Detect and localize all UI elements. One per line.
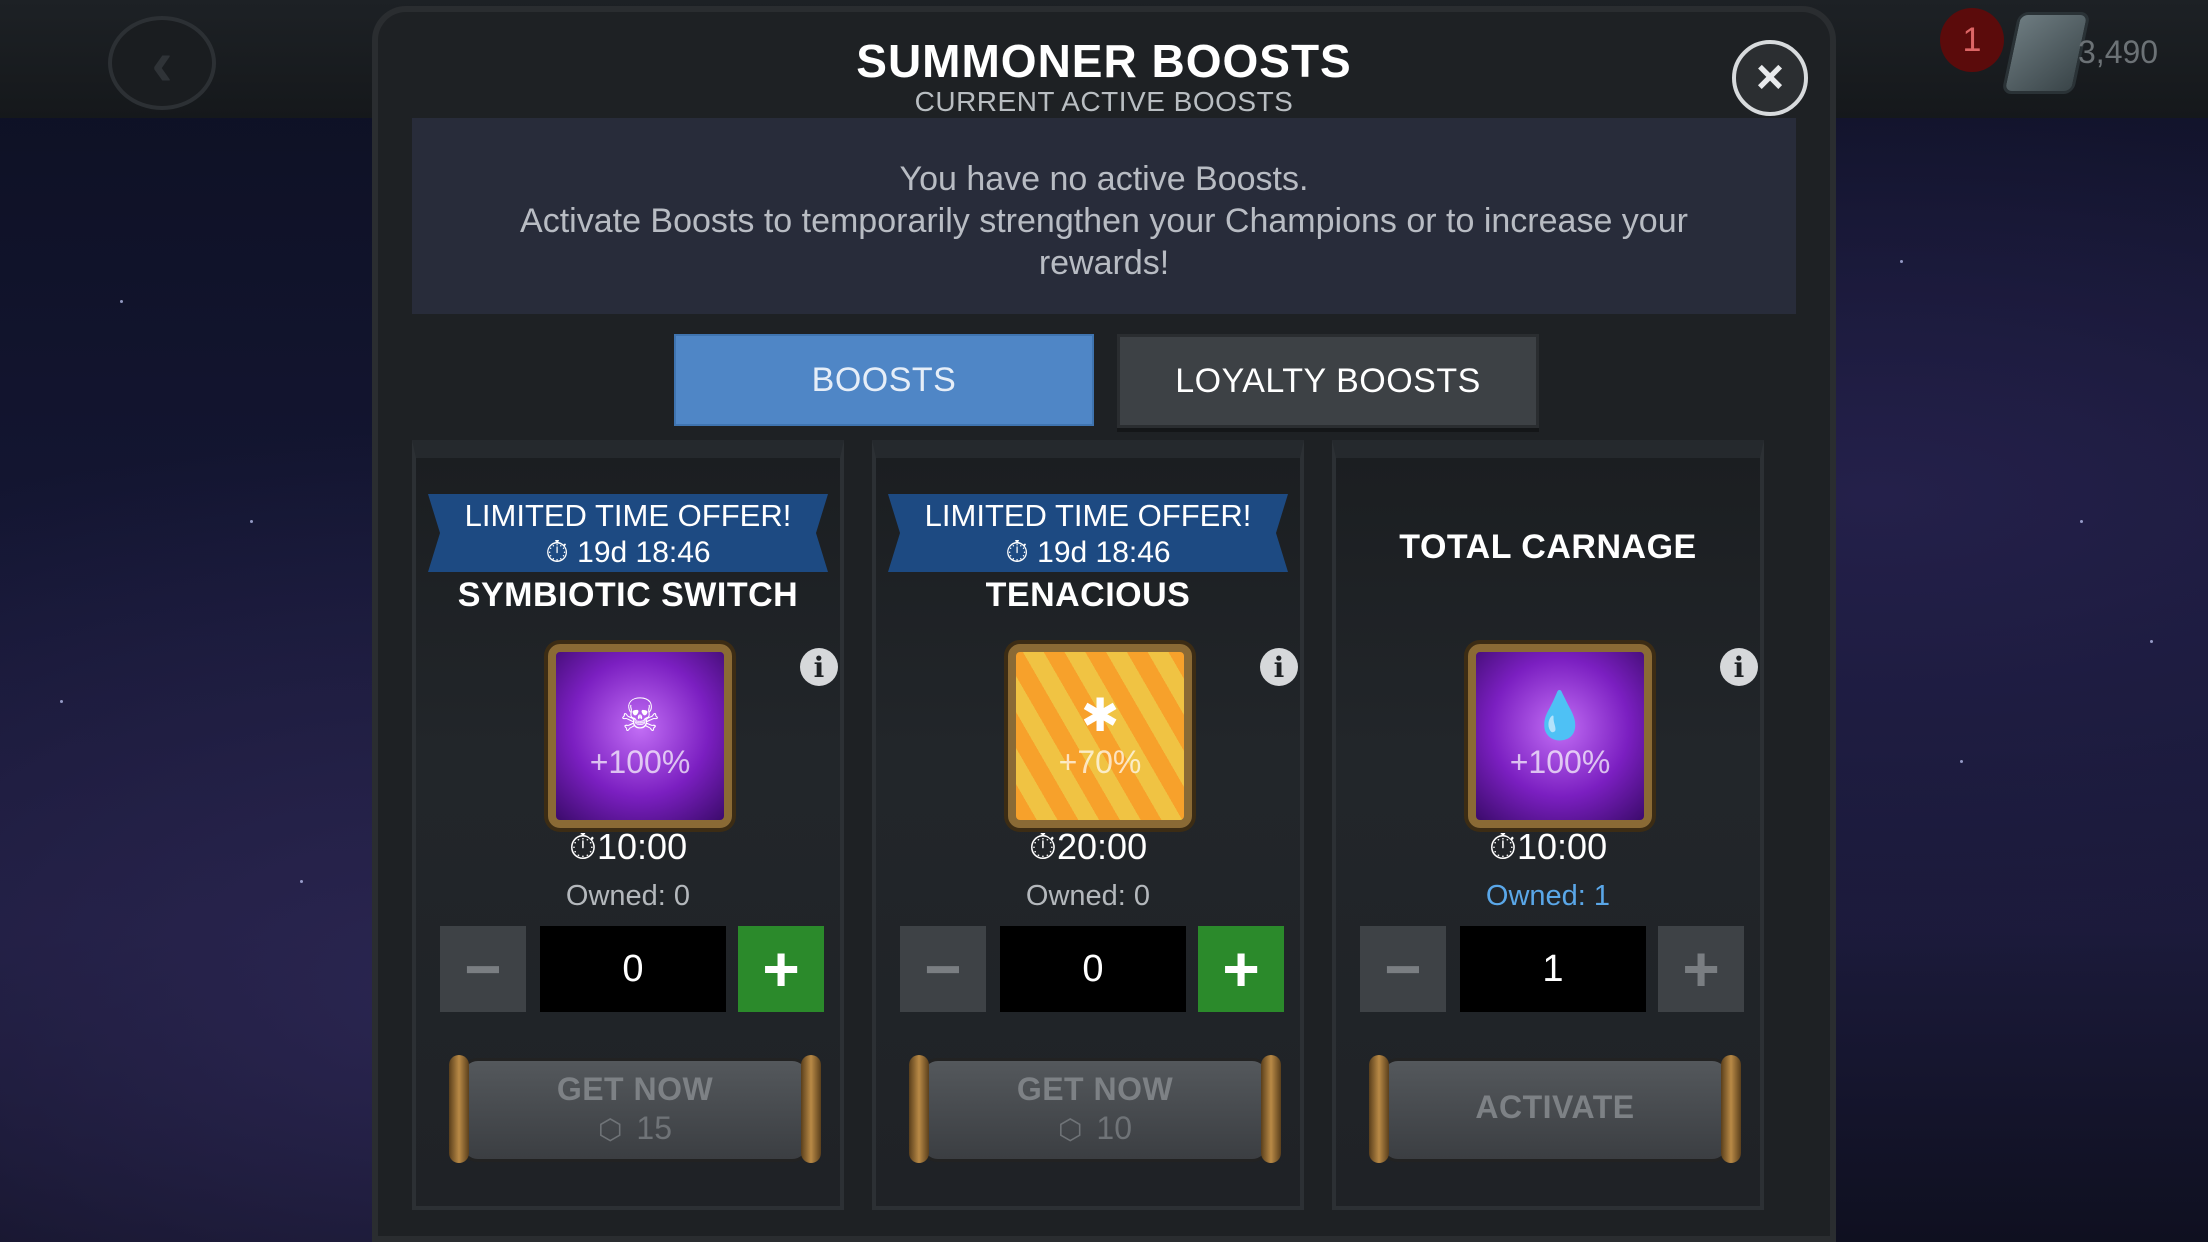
increase-button[interactable]: +	[738, 926, 824, 1012]
quantity-stepper: − 0 +	[900, 926, 1284, 1012]
get-now-button[interactable]: GET NOW ⬡ 15	[449, 1055, 821, 1163]
tab-boosts[interactable]: BOOSTS	[674, 334, 1094, 426]
no-boosts-message: You have no active Boosts.	[899, 160, 1309, 198]
skull-icon: ☠	[619, 688, 661, 741]
boost-percent: +100%	[589, 743, 691, 780]
boost-name: TENACIOUS	[985, 576, 1191, 614]
tab-loyalty-boosts[interactable]: LOYALTY BOOSTS	[1117, 334, 1539, 428]
increase-button[interactable]: +	[1198, 926, 1284, 1012]
stopwatch-icon: ⏱	[1005, 536, 1029, 569]
stopwatch-icon: ⏱	[1028, 826, 1057, 867]
button-label: ACTIVATE	[1475, 1089, 1635, 1125]
stopwatch-icon: ⏱	[1488, 826, 1517, 867]
boost-duration: ⏱10:00	[416, 826, 840, 869]
boost-card-tenacious: LIMITED TIME OFFER! ⏱ 19d 18:46 TENACIOU…	[872, 440, 1304, 1210]
stopwatch-icon: ⏱	[545, 536, 569, 569]
quantity-value: 1	[1460, 926, 1646, 1012]
units-icon: ⬡	[1057, 1114, 1083, 1145]
button-label: GET NOW	[1016, 1071, 1174, 1107]
quantity-value: 0	[1000, 926, 1186, 1012]
info-icon[interactable]: i	[800, 648, 838, 686]
boost-percent: +70%	[1058, 743, 1142, 780]
boost-duration: ⏱20:00	[876, 826, 1300, 869]
offer-title: LIMITED TIME OFFER!	[924, 498, 1252, 533]
limited-offer-banner: LIMITED TIME OFFER! ⏱ 19d 18:46	[428, 494, 828, 572]
decrease-button[interactable]: −	[440, 926, 526, 1012]
active-boosts-panel: You have no active Boosts. Activate Boos…	[412, 118, 1796, 314]
offer-timer: ⏱ 19d 18:46	[888, 536, 1288, 570]
cost-value: 15	[636, 1110, 673, 1146]
owned-count: Owned: 0	[1025, 880, 1151, 912]
info-icon[interactable]: i	[1720, 648, 1758, 686]
quantity-value: 0	[540, 926, 726, 1012]
button-label: GET NOW	[556, 1071, 714, 1107]
decrease-button[interactable]: −	[900, 926, 986, 1012]
quantity-stepper: − 0 +	[440, 926, 824, 1012]
offer-timer-value: 19d 18:46	[577, 536, 711, 569]
decrease-button[interactable]: −	[1360, 926, 1446, 1012]
spider-icon: ✱	[1080, 688, 1120, 741]
close-icon[interactable]: ×	[1732, 40, 1808, 116]
boost-image[interactable]: ☠ +100%	[548, 644, 732, 828]
summoner-boosts-modal: SUMMONER BOOSTS CURRENT ACTIVE BOOSTS × …	[372, 6, 1836, 1242]
quantity-stepper: − 1 +	[1360, 926, 1744, 1012]
boost-cards: LIMITED TIME OFFER! ⏱ 19d 18:46 SYMBIOTI…	[412, 440, 1796, 1210]
modal-subtitle: CURRENT ACTIVE BOOSTS	[914, 86, 1294, 117]
boosts-hint-message: Activate Boosts to temporarily strengthe…	[520, 202, 1688, 282]
boost-name: SYMBIOTIC SWITCH	[457, 576, 799, 614]
boost-image[interactable]: 💧 +100%	[1468, 644, 1652, 828]
duration-value: 10:00	[597, 826, 688, 867]
cost-value: 10	[1096, 1110, 1133, 1146]
boost-card-total-carnage: TOTAL CARNAGE 💧 +100% i ⏱10:00 Owned: 1 …	[1332, 440, 1764, 1210]
boost-image[interactable]: ✱ +70%	[1008, 644, 1192, 828]
increase-button[interactable]: +	[1658, 926, 1744, 1012]
modal-title: SUMMONER BOOSTS	[856, 35, 1352, 87]
notification-badge[interactable]: 1	[1940, 8, 2004, 72]
button-cost: ⬡ 10	[923, 1110, 1267, 1147]
offer-title: LIMITED TIME OFFER!	[464, 498, 792, 533]
boost-name: TOTAL CARNAGE	[1399, 528, 1697, 566]
duration-value: 10:00	[1517, 826, 1608, 867]
offer-timer-value: 19d 18:46	[1037, 536, 1171, 569]
activate-button[interactable]: ACTIVATE	[1369, 1055, 1741, 1163]
limited-offer-banner: LIMITED TIME OFFER! ⏱ 19d 18:46	[888, 494, 1288, 572]
boost-percent: +100%	[1509, 743, 1611, 780]
back-arrow-icon[interactable]: ‹	[108, 16, 216, 110]
boost-duration: ⏱10:00	[1336, 826, 1760, 869]
stopwatch-icon: ⏱	[568, 826, 597, 867]
owned-count: Owned: 1	[1485, 880, 1611, 912]
get-now-button[interactable]: GET NOW ⬡ 10	[909, 1055, 1281, 1163]
owned-count: Owned: 0	[565, 880, 691, 912]
duration-value: 20:00	[1057, 826, 1148, 867]
button-cost: ⬡ 15	[463, 1110, 807, 1147]
info-icon[interactable]: i	[1260, 648, 1298, 686]
units-count: 3,490	[2078, 34, 2159, 70]
blood-drops-icon: 💧	[1531, 688, 1589, 741]
boost-card-symbiotic-switch: LIMITED TIME OFFER! ⏱ 19d 18:46 SYMBIOTI…	[412, 440, 844, 1210]
units-icon: ⬡	[597, 1114, 623, 1145]
offer-timer: ⏱ 19d 18:46	[428, 536, 828, 570]
